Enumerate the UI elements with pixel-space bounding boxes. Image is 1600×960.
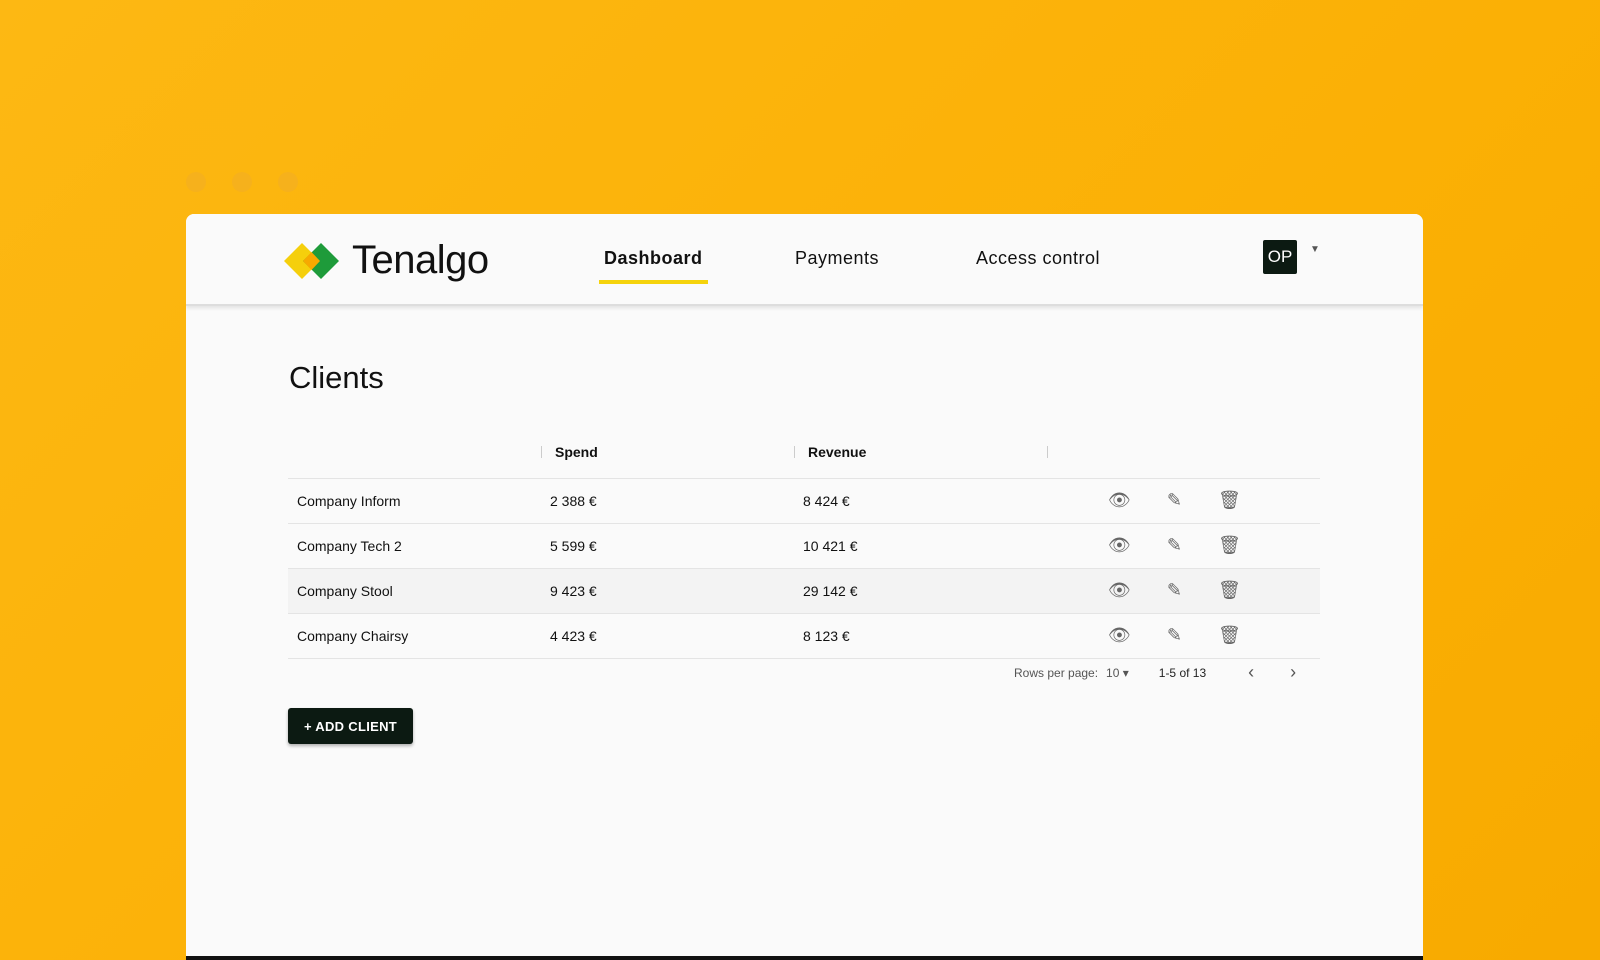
spend-cell: 5 599 € bbox=[541, 523, 794, 569]
row-actions: 👁 ✎ 🗑 bbox=[1047, 478, 1320, 524]
top-nav: Tenalgo Dashboard Payments Access contro… bbox=[186, 214, 1423, 306]
column-header-actions bbox=[1047, 426, 1320, 479]
client-name: Company Stool bbox=[288, 568, 541, 614]
app-window: Tenalgo Dashboard Payments Access contro… bbox=[186, 214, 1423, 960]
edit-icon[interactable]: ✎ bbox=[1167, 580, 1182, 601]
pagination: Rows per page: 10 ▾ 1-5 of 13 ‹ › bbox=[1014, 662, 1296, 683]
minimize-dot[interactable] bbox=[232, 172, 252, 192]
tab-dashboard[interactable]: Dashboard bbox=[599, 248, 708, 284]
client-name: Company Chairsy bbox=[288, 613, 541, 659]
delete-icon[interactable]: 🗑 bbox=[1218, 625, 1241, 646]
logo[interactable]: Tenalgo bbox=[284, 238, 489, 283]
page-range: 1-5 of 13 bbox=[1158, 665, 1207, 680]
add-client-button[interactable]: + ADD CLIENT bbox=[288, 708, 413, 744]
edit-icon[interactable]: ✎ bbox=[1167, 625, 1182, 646]
client-name: Company Tech 2 bbox=[288, 523, 541, 569]
table-row[interactable]: Company Stool 9 423 €29 142 € 👁 ✎ 🗑 bbox=[288, 568, 1320, 614]
delete-icon[interactable]: 🗑 bbox=[1218, 490, 1241, 511]
rows-per-page-label: Rows per page: bbox=[1014, 665, 1099, 680]
column-header-name bbox=[288, 426, 541, 479]
delete-icon[interactable]: 🗑 bbox=[1218, 535, 1241, 556]
avatar[interactable]: OP bbox=[1263, 240, 1297, 274]
column-header-revenue[interactable]: Revenue bbox=[794, 426, 1047, 479]
chevron-down-icon[interactable]: ▼ bbox=[1310, 244, 1320, 255]
table-row[interactable]: Company Inform 2 388 €8 424 € 👁 ✎ 🗑 bbox=[288, 478, 1320, 524]
window-controls bbox=[186, 172, 298, 192]
next-page-icon[interactable]: › bbox=[1290, 662, 1296, 683]
revenue-cell: 8 123 € bbox=[794, 613, 1047, 659]
clients-table: Spend Revenue Company Inform 2 388 €8 424 … bbox=[288, 426, 1320, 659]
prev-page-icon[interactable]: ‹ bbox=[1248, 662, 1254, 683]
spend-cell: 4 423 € bbox=[541, 613, 794, 659]
maximize-dot[interactable] bbox=[278, 172, 298, 192]
spend-cell: 2 388 € bbox=[541, 478, 794, 524]
spend-cell: 9 423 € bbox=[541, 568, 794, 614]
rows-per-page-select[interactable]: 10 ▾ bbox=[1106, 666, 1129, 680]
delete-icon[interactable]: 🗑 bbox=[1218, 580, 1241, 601]
view-icon[interactable]: 👁 bbox=[1108, 490, 1131, 511]
table-row[interactable]: Company Chairsy 4 423 €8 123 € 👁 ✎ 🗑 bbox=[288, 613, 1320, 659]
brand-name: Tenalgo bbox=[352, 238, 489, 282]
edit-icon[interactable]: ✎ bbox=[1167, 490, 1182, 511]
edit-icon[interactable]: ✎ bbox=[1167, 535, 1182, 556]
tab-payments[interactable]: Payments bbox=[795, 248, 879, 269]
client-name: Company Inform bbox=[288, 478, 541, 524]
row-actions: 👁 ✎ 🗑 bbox=[1047, 523, 1320, 569]
view-icon[interactable]: 👁 bbox=[1108, 535, 1131, 556]
table-row[interactable]: Company Tech 25 599 €10 421 € 👁 ✎ 🗑 bbox=[288, 523, 1320, 569]
revenue-cell: 29 142 € bbox=[794, 568, 1047, 614]
rows-per-page-value: 10 bbox=[1106, 665, 1120, 680]
row-actions: 👁 ✎ 🗑 bbox=[1047, 613, 1320, 659]
tab-access-control[interactable]: Access control bbox=[976, 248, 1100, 269]
revenue-cell: 8 424 € bbox=[794, 478, 1047, 524]
view-icon[interactable]: 👁 bbox=[1108, 625, 1131, 646]
logo-icon bbox=[284, 242, 339, 279]
close-dot[interactable] bbox=[186, 172, 206, 192]
row-actions: 👁 ✎ 🗑 bbox=[1047, 568, 1320, 614]
column-header-spend[interactable]: Spend bbox=[541, 426, 794, 479]
view-icon[interactable]: 👁 bbox=[1108, 580, 1131, 601]
page-title: Clients bbox=[289, 360, 384, 395]
revenue-cell: 10 421 € bbox=[794, 523, 1047, 569]
